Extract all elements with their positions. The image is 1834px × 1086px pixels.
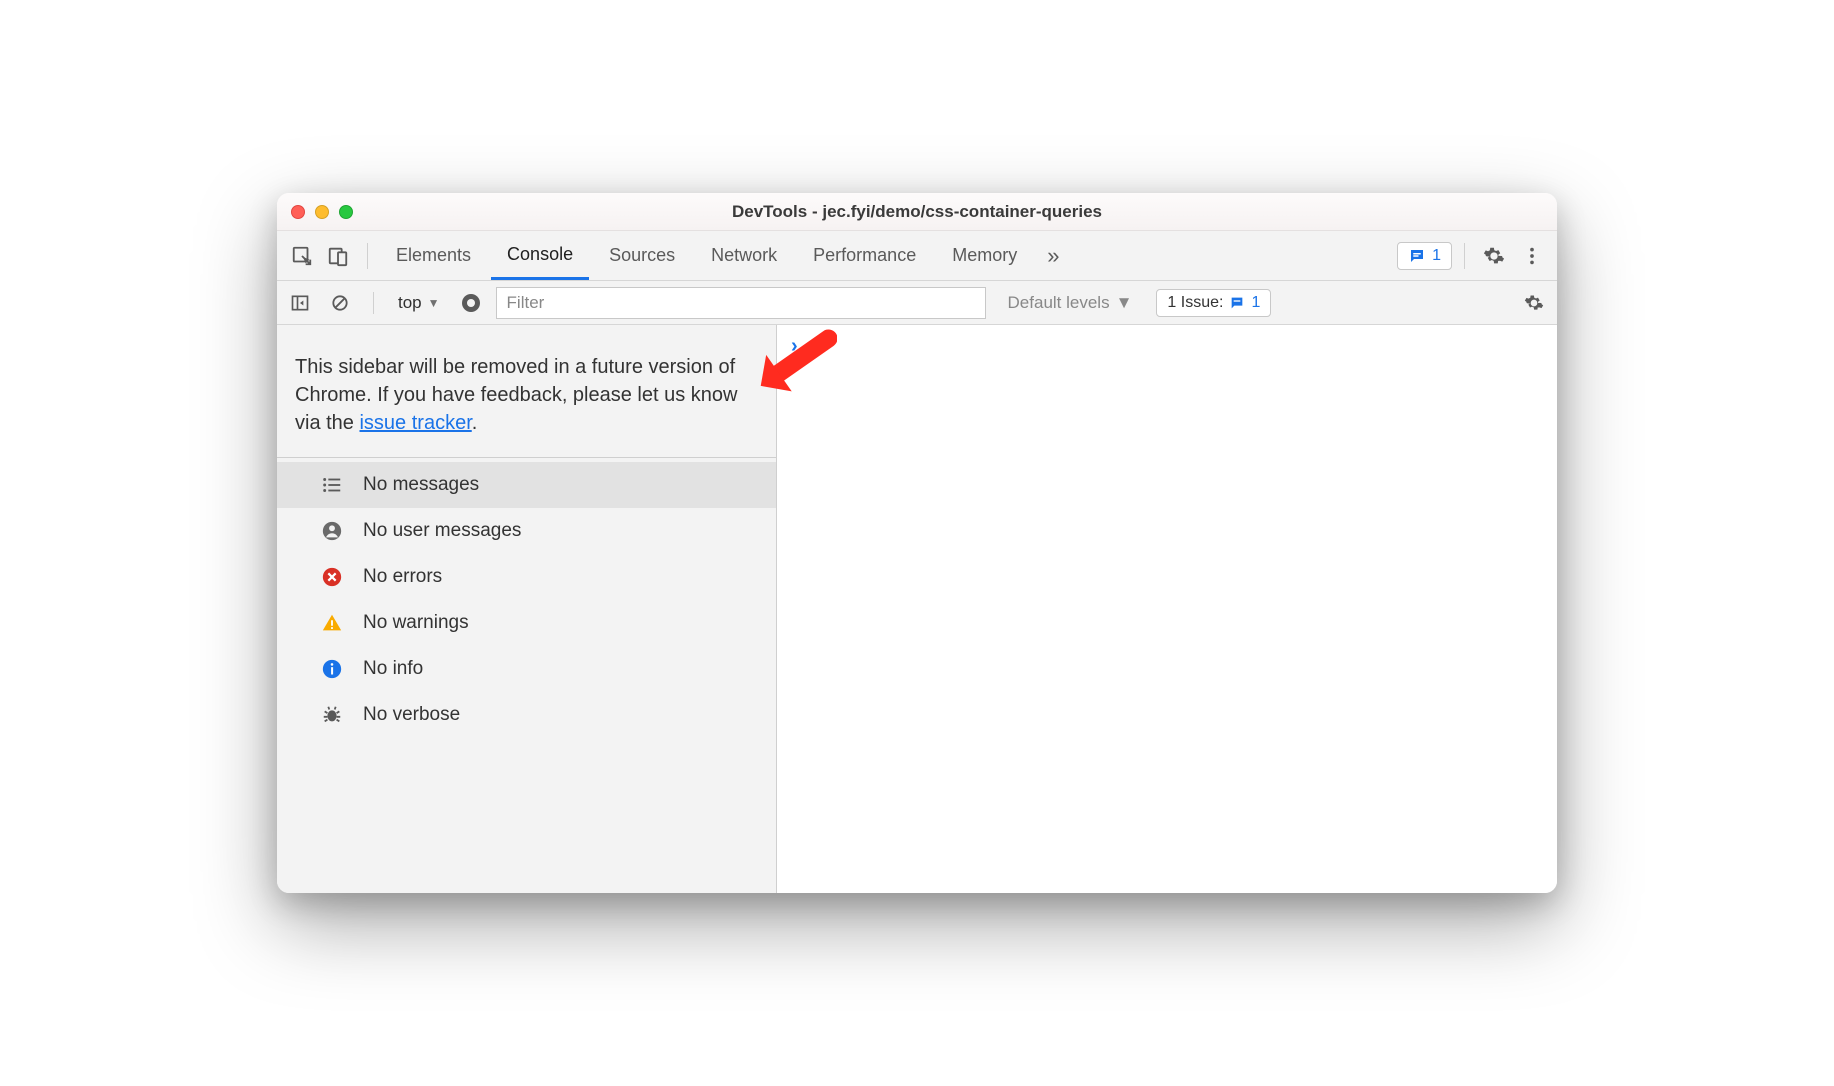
issues-button[interactable]: 1 Issue: 1 bbox=[1156, 289, 1271, 317]
feedback-count: 1 bbox=[1432, 247, 1441, 265]
chat-icon bbox=[1229, 295, 1245, 311]
deprecation-notice: This sidebar will be removed in a future… bbox=[277, 325, 776, 458]
error-icon bbox=[319, 564, 345, 590]
context-label: top bbox=[398, 293, 422, 313]
warning-icon bbox=[319, 610, 345, 636]
more-icon[interactable] bbox=[1515, 239, 1549, 273]
titlebar: DevTools - jec.fyi/demo/css-container-qu… bbox=[277, 193, 1557, 231]
filter-input[interactable] bbox=[496, 287, 986, 319]
info-icon bbox=[319, 656, 345, 682]
clear-console-icon[interactable] bbox=[325, 288, 355, 318]
sidebar-item-verbose[interactable]: No verbose bbox=[277, 692, 776, 738]
tab-memory[interactable]: Memory bbox=[936, 232, 1033, 280]
tab-elements[interactable]: Elements bbox=[380, 232, 487, 280]
console-output[interactable]: › bbox=[777, 325, 1557, 893]
separator bbox=[373, 292, 374, 314]
chevron-down-icon: ▼ bbox=[428, 296, 440, 310]
notice-text-post: . bbox=[472, 412, 478, 434]
live-expression-icon[interactable] bbox=[456, 288, 486, 318]
bug-icon bbox=[319, 702, 345, 728]
log-levels-selector[interactable]: Default levels ▼ bbox=[1008, 293, 1133, 313]
console-sidebar: This sidebar will be removed in a future… bbox=[277, 325, 777, 893]
console-prompt-glyph: › bbox=[791, 335, 798, 358]
user-icon bbox=[319, 518, 345, 544]
console-settings-icon[interactable] bbox=[1519, 288, 1549, 318]
sidebar-item-errors[interactable]: No errors bbox=[277, 554, 776, 600]
sidebar-item-user[interactable]: No user messages bbox=[277, 508, 776, 554]
sidebar-item-label: No info bbox=[363, 658, 423, 680]
content-area: This sidebar will be removed in a future… bbox=[277, 325, 1557, 893]
chevron-down-icon: ▼ bbox=[1116, 293, 1133, 313]
sidebar-item-label: No verbose bbox=[363, 704, 460, 726]
sidebar-item-label: No user messages bbox=[363, 520, 521, 542]
tab-sources[interactable]: Sources bbox=[593, 232, 691, 280]
sidebar-item-label: No warnings bbox=[363, 612, 469, 634]
console-toolbar: top ▼ Default levels ▼ 1 Issue: 1 bbox=[277, 281, 1557, 325]
inspect-element-icon[interactable] bbox=[285, 239, 319, 273]
tab-network[interactable]: Network bbox=[695, 232, 793, 280]
settings-icon[interactable] bbox=[1477, 239, 1511, 273]
sidebar-item-label: No messages bbox=[363, 474, 479, 496]
chat-icon bbox=[1408, 247, 1426, 265]
sidebar-item-messages[interactable]: No messages bbox=[277, 462, 776, 508]
main-tabbar: Elements Console Sources Network Perform… bbox=[277, 231, 1557, 281]
context-selector[interactable]: top ▼ bbox=[392, 291, 446, 315]
window-title: DevTools - jec.fyi/demo/css-container-qu… bbox=[277, 202, 1557, 222]
tab-console[interactable]: Console bbox=[491, 232, 589, 280]
list-icon bbox=[319, 472, 345, 498]
sidebar-item-label: No errors bbox=[363, 566, 442, 588]
tab-performance[interactable]: Performance bbox=[797, 232, 932, 280]
separator bbox=[367, 243, 368, 269]
tabs-overflow-button[interactable]: » bbox=[1037, 232, 1069, 280]
toggle-sidebar-icon[interactable] bbox=[285, 288, 315, 318]
separator bbox=[1464, 243, 1465, 269]
device-toolbar-icon[interactable] bbox=[321, 239, 355, 273]
issues-label: 1 Issue: bbox=[1167, 294, 1223, 312]
sidebar-item-info[interactable]: No info bbox=[277, 646, 776, 692]
sidebar-filter-list: No messages No user messages No errors N… bbox=[277, 458, 776, 738]
sidebar-item-warnings[interactable]: No warnings bbox=[277, 600, 776, 646]
feedback-button[interactable]: 1 bbox=[1397, 242, 1452, 270]
devtools-window: DevTools - jec.fyi/demo/css-container-qu… bbox=[277, 193, 1557, 893]
issue-tracker-link[interactable]: issue tracker bbox=[359, 412, 471, 434]
levels-label: Default levels bbox=[1008, 293, 1110, 313]
issues-count: 1 bbox=[1251, 294, 1260, 312]
